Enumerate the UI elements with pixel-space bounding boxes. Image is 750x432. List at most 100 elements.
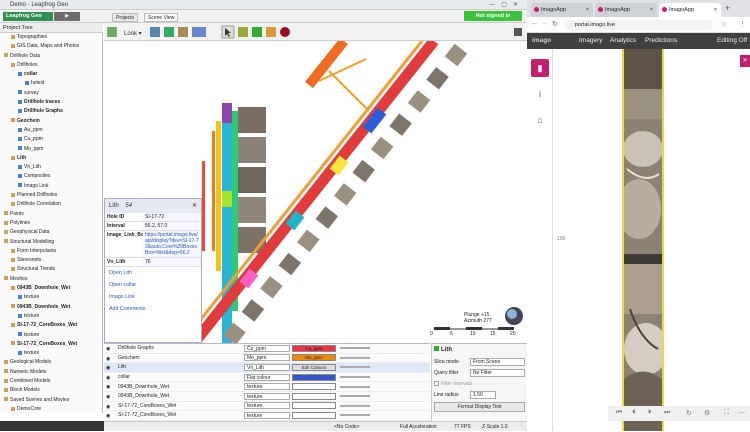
tree-item[interactable]: Drillhole Correlation (0, 200, 102, 209)
shown-object-row[interactable]: ◉ 0943B_Downhole_Wet texture (104, 382, 430, 392)
shown-object-row[interactable]: ◉ collar Flat colour (104, 373, 430, 383)
colour-swatch[interactable] (292, 402, 336, 410)
shown-object-row[interactable]: ◉ Drillhole Graphs Cu_ppm Cu_ppm (104, 344, 430, 354)
transparency-slider[interactable] (340, 376, 370, 379)
tree-item[interactable]: Numeric Models (0, 368, 102, 377)
display-field-select[interactable]: Flat colour (244, 373, 290, 381)
tree-item[interactable]: Structural Modelling (0, 238, 102, 247)
tree-item[interactable]: Mo_ppm (0, 145, 102, 154)
tree-item[interactable]: Combined Models (0, 377, 102, 386)
tree-item[interactable]: Composites (0, 172, 102, 181)
url-input[interactable]: portal.imago.live (565, 20, 713, 30)
eye-icon[interactable]: ◉ (106, 384, 110, 390)
display-field-select[interactable]: texture (244, 392, 290, 400)
tree-item[interactable]: GIS Data, Maps and Photos (0, 42, 102, 51)
fullscreen-icon[interactable]: ⛶ (724, 409, 729, 417)
close-tab-icon[interactable]: × (586, 3, 589, 17)
filter-intervals-checkbox[interactable] (434, 381, 439, 386)
project-tree[interactable]: Topographies GIS Data, Maps and Photos Dri… (0, 33, 103, 413)
first-page-icon[interactable]: ⏮ (616, 409, 622, 417)
prev-icon[interactable]: ⏴ (632, 409, 636, 417)
tree-item[interactable]: Imago Link (0, 182, 102, 191)
display-field-select[interactable]: texture (244, 411, 290, 419)
eye-icon[interactable]: ◉ (106, 394, 110, 400)
shown-object-row[interactable]: ◉ 0943B_Downhole_Wet texture (104, 392, 430, 402)
core-image-strip[interactable] (622, 49, 664, 431)
tree-item[interactable]: texture (0, 312, 102, 321)
colour-swatch[interactable] (292, 373, 336, 381)
eye-icon[interactable]: ◉ (106, 356, 110, 362)
interval-info-popup[interactable]: Lith 54 ✕ Hole ID SI-17-72 Interval 56.2, 5… (104, 198, 202, 343)
transparency-slider[interactable] (340, 356, 370, 359)
eye-icon[interactable]: ◉ (106, 413, 110, 419)
transparency-slider[interactable] (340, 404, 370, 407)
transparency-slider[interactable] (340, 385, 370, 388)
sign-in-button[interactable]: Not signed in (464, 11, 522, 21)
shown-object-row[interactable]: ◉ Geochem Mo_ppm Mo_ppm (104, 354, 430, 364)
next-icon[interactable]: ⏵ (648, 409, 652, 417)
tree-item[interactable]: Block Models (0, 386, 102, 395)
eye-icon[interactable]: ◉ (106, 365, 110, 371)
colour-swatch[interactable] (292, 392, 336, 400)
info-icon[interactable]: i (531, 85, 549, 103)
forward-icon[interactable]: → (541, 20, 548, 27)
browser-tab-active[interactable]: ImagoApp × (659, 3, 721, 17)
display-field-select[interactable]: Cu_ppm (244, 344, 290, 352)
shown-object-row[interactable]: ◉ SI-17-72_CoreBoxes_Wet texture (104, 402, 430, 412)
reload-icon[interactable]: ↻ (552, 20, 558, 28)
tree-item[interactable]: Points (0, 210, 102, 219)
menu-icon[interactable]: ⋮ (739, 20, 746, 28)
colour-swatch[interactable] (292, 411, 336, 419)
display-field-select[interactable]: texture (244, 383, 290, 391)
tree-item[interactable]: Vn_Lith (0, 163, 102, 172)
nav-analytics[interactable]: Analytics (610, 33, 636, 49)
tree-item[interactable]: Drillholes (0, 61, 102, 70)
tree-item[interactable]: Meshes (0, 275, 102, 284)
rotate-icon[interactable]: ↻ (686, 409, 692, 417)
tree-item[interactable]: Lith (0, 154, 102, 163)
tree-item[interactable]: Cu_ppm (0, 135, 102, 144)
tab-scene-view[interactable]: Scene View (144, 13, 179, 22)
tree-item[interactable]: Polylines (0, 219, 102, 228)
imagery-panel-icon[interactable]: ▮ (531, 59, 549, 77)
settings-icon[interactable]: ⚙ (704, 409, 710, 417)
close-icon[interactable]: ✕ (192, 199, 197, 213)
tree-item[interactable]: Drillhole traces (0, 98, 102, 107)
browser-tab[interactable]: ImagoApp × (595, 3, 657, 17)
tree-item[interactable]: Planned Drillholes (0, 191, 102, 200)
last-page-icon[interactable]: ⏭ (664, 409, 670, 417)
close-tab-icon[interactable]: × (650, 3, 653, 17)
line-radius-input[interactable]: 1.50 (470, 390, 496, 399)
colour-swatch[interactable] (292, 383, 336, 391)
display-field-select[interactable]: texture (244, 402, 290, 410)
popup-link[interactable]: Imago Link (105, 291, 201, 303)
browser-tab[interactable]: ImagoApp × (531, 3, 593, 17)
display-field-select[interactable]: Vn_Lith (244, 363, 290, 371)
shown-object-row[interactable]: ◉ Lith Vn_Lith Edit Colours (104, 363, 430, 373)
slice-mode-select[interactable]: From Scene (470, 357, 525, 366)
back-icon[interactable]: ← (531, 20, 538, 27)
tree-item[interactable]: texture (0, 349, 102, 358)
shown-objects-list[interactable]: ◉ Drillhole Graphs Cu_ppm Cu_ppm ◉ Geochem Mo_… (104, 343, 430, 421)
nav-editing-off[interactable]: Editing Off (717, 33, 747, 49)
query-filter-select[interactable]: No Filter (470, 368, 525, 377)
project-menu-button[interactable]: Leapfrog Geo (3, 12, 53, 21)
tree-item[interactable]: Saved Scenes and Movies (0, 396, 102, 405)
colour-swatch[interactable]: Edit Colours (292, 363, 336, 371)
eye-icon[interactable]: ◉ (106, 346, 110, 352)
tree-item[interactable]: collar (0, 70, 102, 79)
colour-swatch[interactable]: Cu_ppm (292, 344, 336, 352)
tab-projects[interactable]: Projects (112, 13, 139, 22)
popup-link[interactable]: Add Comments (105, 303, 201, 315)
close-viewer-button[interactable]: ✕ (740, 55, 750, 67)
tree-item[interactable]: 0943B_Downhole_Wet (0, 303, 102, 312)
collection-icon[interactable]: ⌂ (531, 111, 549, 129)
tree-item[interactable]: texture (0, 293, 102, 302)
tree-item[interactable]: Structural Trends (0, 265, 102, 274)
tree-item[interactable]: Geological Models (0, 358, 102, 367)
tree-item[interactable]: Form Interpolants (0, 247, 102, 256)
property-value[interactable]: https://portal.imago.live/api/display?de… (143, 231, 201, 257)
tree-item[interactable]: SI-17-72_CoreBoxes_Wet (0, 340, 102, 349)
format-display-text-button[interactable]: Format Display Text (434, 402, 525, 412)
tree-item[interactable]: Drillhole Graphs (0, 107, 102, 116)
